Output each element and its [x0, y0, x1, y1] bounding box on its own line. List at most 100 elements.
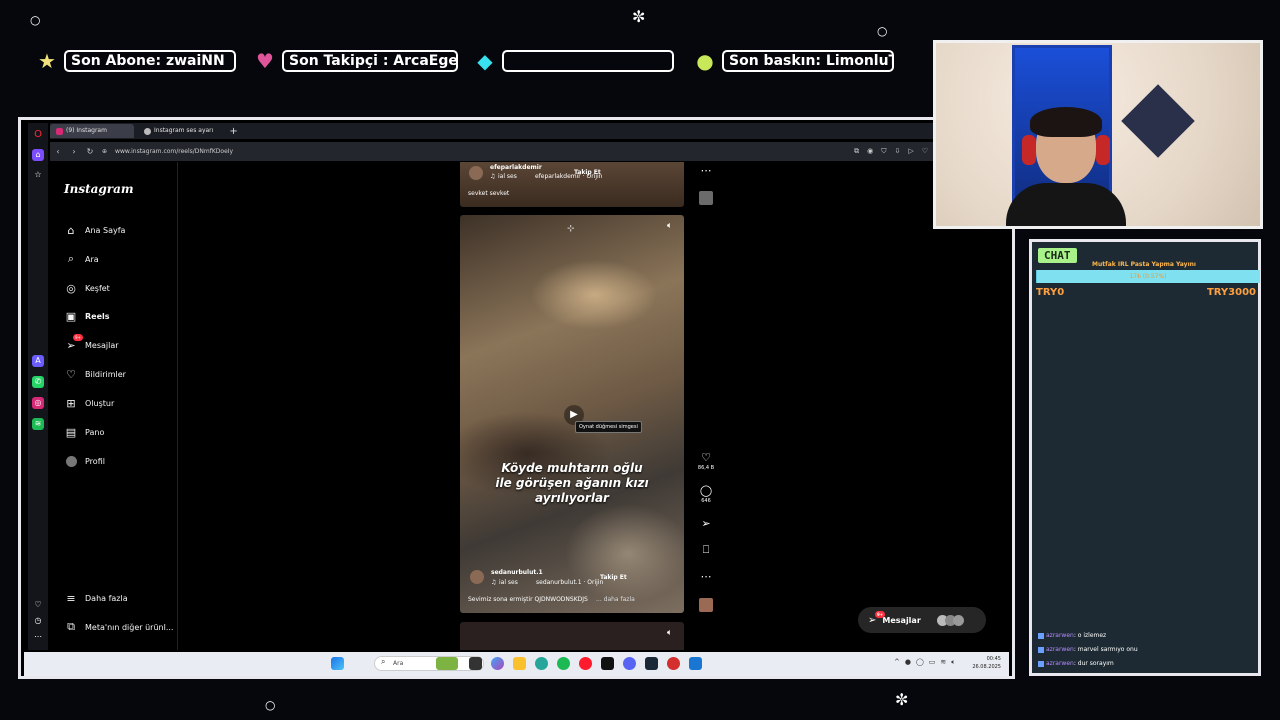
tab-bar: (9) Instagram Instagram ses ayarı +	[50, 123, 934, 139]
audio-source[interactable]: sedanurbulut.1 · Orijin	[536, 579, 603, 586]
reel-video[interactable]: ⊹ 🔈︎ ▶ Oynat düğmesi simgesi Köyde muhta…	[460, 215, 684, 613]
nav-label: Daha fazla	[85, 593, 128, 603]
messages-label: Mesajlar	[882, 615, 921, 625]
opera-icon[interactable]	[579, 657, 592, 670]
tab-label: (9) Instagram	[66, 127, 107, 134]
edge-icon[interactable]	[535, 657, 548, 670]
task-view-icon[interactable]	[469, 657, 482, 670]
windows-start-icon[interactable]	[331, 657, 344, 670]
more-link[interactable]: ... daha fazla	[596, 596, 635, 603]
sparkle-decoration: ✼	[632, 7, 646, 26]
share-icon[interactable]: ➢	[696, 517, 716, 530]
previous-reel[interactable]: efeparlakdemir ♫ ial ses efeparlakdemir …	[460, 162, 684, 207]
music-icon: ♫	[491, 579, 497, 586]
reel-username[interactable]: sedanurbulut.1	[491, 569, 543, 576]
nav-profile[interactable]: Profil	[64, 454, 105, 468]
date: 26.08.2025	[972, 664, 1001, 670]
audio-label[interactable]: ial ses	[498, 173, 517, 180]
instagram-icon[interactable]: ◎	[32, 397, 44, 409]
tab-label: Instagram ses ayarı	[154, 127, 214, 134]
avatar[interactable]	[470, 570, 484, 584]
history-icon[interactable]: ◷	[32, 615, 44, 627]
heart-icon[interactable]: ♡	[32, 599, 44, 611]
nav-home[interactable]: ⌂ Ana Sayfa	[64, 223, 126, 237]
shield-icon[interactable]: ⛉	[881, 147, 886, 156]
back-icon[interactable]: ‹	[50, 147, 66, 156]
app-icon[interactable]	[689, 657, 702, 670]
more-options-icon[interactable]: ⋯	[696, 570, 716, 583]
url-field[interactable]: www.instagram.com/reels/DNmfKDoeIy	[115, 148, 233, 155]
nav-create[interactable]: ⊞ Oluştur	[64, 396, 114, 410]
next-reel[interactable]: 🔈︎	[460, 622, 684, 650]
notification-badge: 9+	[73, 334, 83, 341]
more-options-icon[interactable]: ⊹	[567, 224, 575, 234]
audio-label[interactable]: ial ses	[499, 579, 518, 586]
reel-username[interactable]: efeparlakdemir	[490, 164, 542, 171]
nav-reels[interactable]: ▣ Reels	[64, 309, 110, 323]
follow-button[interactable]: Takip Et	[574, 169, 601, 176]
tooltip: Oynat düğmesi simgesi	[575, 421, 642, 433]
file-explorer-icon[interactable]	[513, 657, 526, 670]
nav-notifications[interactable]: ♡ Bildirimler	[64, 367, 126, 381]
forward-icon[interactable]: ›	[66, 147, 82, 156]
avatar[interactable]	[469, 166, 483, 180]
opera-sidebar: O ⌂ ☆ A ✆ ◎ ≋ ♡ ◷ ⋯	[28, 123, 48, 650]
nav-messages[interactable]: ➢ 9+ Mesajlar	[64, 334, 119, 352]
chat-title: CHAT	[1038, 248, 1077, 263]
circle-icon: ●	[696, 49, 714, 73]
chat-panel: CHAT Mutfak IRL Pasta Yapma Yayını 17₺ (…	[1029, 239, 1261, 676]
discord-icon[interactable]	[623, 657, 636, 670]
star-icon[interactable]: ☆	[32, 169, 44, 181]
empty-widget: ◆	[474, 50, 674, 72]
terminal-icon[interactable]	[601, 657, 614, 670]
spotify-icon[interactable]: ≋	[32, 418, 44, 430]
audio-thumbnail[interactable]	[696, 598, 716, 615]
windows-taskbar: Ara ⌕ ^●◯▭≋🔈︎ 00:45 26.08.2025	[24, 652, 1009, 676]
camera-icon[interactable]: ◉	[867, 147, 873, 156]
bookmark-icon[interactable]: ⎕	[696, 543, 716, 557]
volume-icon[interactable]: 🔈︎	[667, 628, 672, 638]
messenger-icon: ➢ 9+	[868, 610, 886, 626]
star-icon: ★	[38, 49, 56, 73]
share-icon[interactable]: ⧉	[854, 147, 859, 156]
comment-button[interactable]: ◯ 646	[696, 484, 716, 504]
chat-text: : marvel sarmıyo onu	[1073, 646, 1138, 653]
music-icon: ♫	[490, 173, 496, 180]
home-icon[interactable]: ⌂	[32, 149, 44, 161]
nav-more[interactable]: ≡ Daha fazla	[64, 591, 128, 605]
opera-logo-icon[interactable]: O	[32, 129, 44, 141]
nav-dashboard[interactable]: ▤ Pano	[64, 425, 105, 439]
more-icon[interactable]: ⋯	[32, 631, 44, 643]
instagram-logo[interactable]: Instagram	[64, 182, 134, 196]
like-button[interactable]: ♡ 86,4 B	[696, 451, 716, 471]
heart-icon[interactable]: ♡	[922, 147, 928, 156]
nav-label: Keşfet	[85, 283, 110, 293]
nav-explore[interactable]: ◎ Keşfet	[64, 281, 110, 295]
audio-thumbnail[interactable]	[696, 191, 716, 208]
copilot-icon[interactable]	[491, 657, 504, 670]
whatsapp-icon[interactable]: ✆	[32, 376, 44, 388]
volume-icon[interactable]: 🔈︎	[667, 221, 672, 231]
messages-button[interactable]: ➢ 9+ Mesajlar	[858, 607, 986, 633]
chat-message: azrarwen: dur sorayım	[1038, 660, 1114, 667]
aria-icon[interactable]: A	[32, 355, 44, 367]
more-options-icon[interactable]: ⋯	[696, 164, 716, 177]
spotify-icon[interactable]	[557, 657, 570, 670]
download-icon[interactable]: ⇩	[894, 147, 900, 156]
nav-meta[interactable]: ⧉ Meta'nın diğer ürünl...	[64, 620, 173, 634]
taskbar-search[interactable]: Ara	[374, 656, 484, 671]
reload-icon[interactable]: ↻	[82, 147, 98, 156]
follow-button[interactable]: Takip Et	[600, 574, 627, 581]
app-icon[interactable]	[667, 657, 680, 670]
diamond-icon: ◆	[477, 49, 493, 73]
tray-icons[interactable]: ^●◯▭≋🔈︎	[894, 658, 961, 667]
widgets-icon[interactable]	[436, 657, 458, 670]
site-info-icon[interactable]: ⊕	[102, 148, 107, 155]
tab-instagram[interactable]: (9) Instagram	[50, 124, 134, 138]
tab-instagram-sound[interactable]: Instagram ses ayarı	[138, 124, 219, 138]
new-tab-button[interactable]: +	[229, 126, 237, 137]
nav-search[interactable]: ⌕ Ara	[64, 252, 99, 266]
system-clock[interactable]: 00:45 26.08.2025	[972, 655, 1001, 671]
steam-icon[interactable]	[645, 657, 658, 670]
play-icon[interactable]: ▷	[908, 147, 913, 156]
